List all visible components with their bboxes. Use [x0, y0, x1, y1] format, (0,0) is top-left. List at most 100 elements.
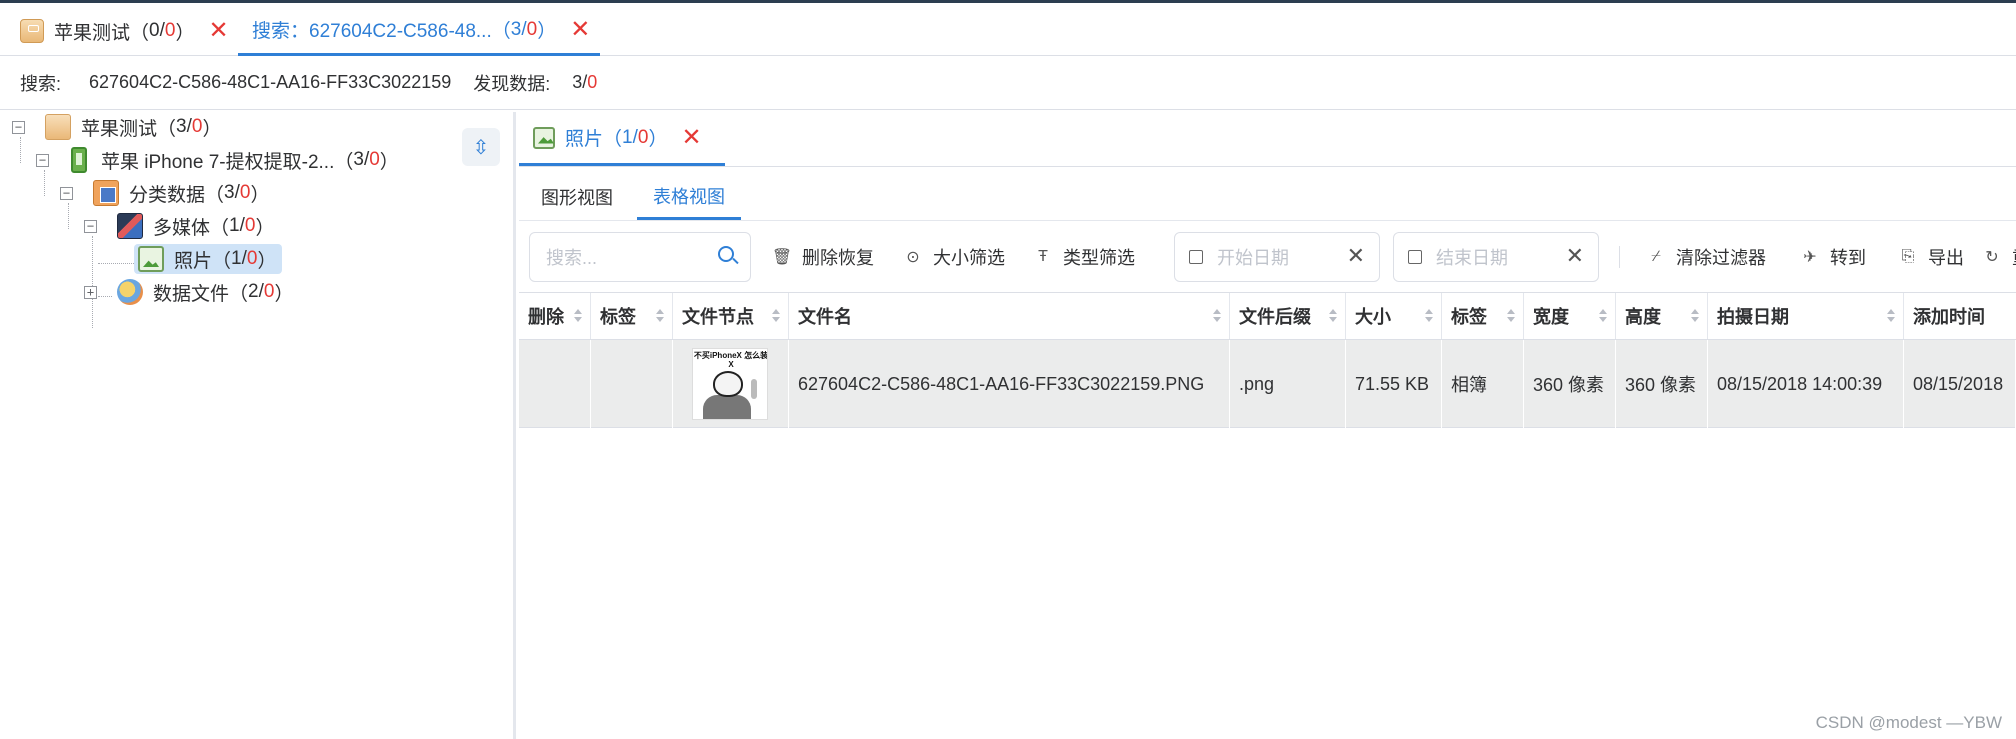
- column-header-added-time[interactable]: 添加时间: [1904, 293, 2016, 339]
- column-title: 文件名: [798, 307, 852, 327]
- tree-label: 照片（: [174, 250, 232, 272]
- refresh-button[interactable]: ↻ 重: [1982, 232, 2016, 282]
- size-filter-icon: ⊙: [906, 249, 920, 266]
- expand-icon[interactable]: +: [84, 285, 97, 299]
- type-filter-button[interactable]: Ŧ 类型筛选: [1033, 232, 1135, 282]
- search-summary-bar: 搜索: 627604C2-C586-48C1-AA16-FF33C3022159…: [0, 56, 2016, 110]
- tree-count: 2: [248, 281, 259, 302]
- table-row[interactable]: 不买iPhoneX 怎么装X 627604C2-C586-48C1-AA16-F…: [519, 340, 2016, 428]
- tree-node-data-files[interactable]: + 数据文件（ 2/0）: [84, 277, 293, 307]
- column-header-width[interactable]: 宽度: [1524, 293, 1616, 339]
- tree-paren: ）: [250, 184, 270, 206]
- start-date-field[interactable]: 开始日期 ✕: [1174, 232, 1380, 282]
- close-icon[interactable]: ✕: [208, 19, 228, 43]
- export-icon: ⎘: [1901, 248, 1915, 265]
- collapse-all-button[interactable]: ⇳: [462, 128, 500, 166]
- date-placeholder: 开始日期: [1217, 248, 1289, 268]
- thumbnail-caption: 不买iPhoneX 怎么装X: [693, 351, 768, 369]
- tree-count: 1: [231, 248, 242, 269]
- column-header-taken-date[interactable]: 拍摄日期: [1708, 293, 1904, 339]
- tree-label: 分类数据（: [129, 184, 225, 206]
- size-filter-button[interactable]: ⊙ 大小筛选: [903, 232, 1005, 282]
- collapse-icon[interactable]: −: [36, 153, 49, 167]
- found-label: 发现数据:: [473, 73, 551, 94]
- cell-added-time: 08/15/2018: [1904, 340, 2016, 428]
- photo-icon: [533, 126, 555, 149]
- search-label: 搜索:: [20, 73, 62, 94]
- column-header-height[interactable]: 高度: [1616, 293, 1708, 339]
- delete-recover-button[interactable]: 🗑 删除恢复: [772, 232, 874, 282]
- tab-count-red: 0: [164, 20, 176, 41]
- clear-filter-button[interactable]: ⌿ 清除过滤器: [1646, 232, 1766, 282]
- search-placeholder: 搜索...: [546, 248, 598, 268]
- tree-count-red: 0: [244, 215, 256, 236]
- column-header-tag[interactable]: 标签: [591, 293, 673, 339]
- tab-graph-view[interactable]: 图形视图: [541, 174, 613, 220]
- goto-icon: ✈: [1803, 249, 1817, 266]
- goto-button[interactable]: ✈ 转到: [1800, 232, 1866, 282]
- search-input[interactable]: 搜索...: [529, 232, 751, 282]
- column-header-label[interactable]: 标签: [1442, 293, 1524, 339]
- collapse-all-icon: ⇳: [472, 136, 490, 159]
- tab-paren: ）: [648, 129, 668, 150]
- cell-deleted: [519, 340, 591, 428]
- tree-node-photos[interactable]: 照片（ 1/0）: [134, 244, 283, 274]
- column-header-extension[interactable]: 文件后缀: [1230, 293, 1346, 339]
- column-title: 文件节点: [682, 307, 754, 327]
- tree-paren: ）: [255, 217, 275, 239]
- column-header-file-node[interactable]: 文件节点: [673, 293, 789, 339]
- package-icon: [45, 114, 71, 140]
- cell-size: 71.55 KB: [1346, 340, 1442, 428]
- collapse-icon[interactable]: −: [12, 120, 25, 134]
- tree-node-multimedia[interactable]: − 多媒体（ 1/0）: [84, 211, 274, 241]
- column-header-size[interactable]: 大小: [1346, 293, 1442, 339]
- tab-apple-test[interactable]: 苹果测试（ 0 / 0 ） ✕: [20, 6, 229, 56]
- tab-search-result[interactable]: 搜索：627604C2-C586-48...（ 3 / 0 ） ✕: [238, 6, 600, 56]
- export-button[interactable]: ⎘ 导出: [1898, 232, 1964, 282]
- document-tab-strip: 苹果测试（ 0 / 0 ） ✕ 搜索：627604C2-C586-48...（ …: [0, 0, 2016, 56]
- column-title: 大小: [1355, 307, 1391, 327]
- close-icon[interactable]: ✕: [570, 17, 590, 42]
- clear-icon[interactable]: ✕: [1566, 245, 1584, 267]
- tree-paren: ）: [257, 250, 277, 272]
- trash-icon: 🗑: [771, 249, 793, 266]
- cell-width: 360 像素: [1524, 340, 1616, 428]
- thumbnail-image[interactable]: 不买iPhoneX 怎么装X: [692, 348, 768, 420]
- button-label: 转到: [1830, 248, 1866, 268]
- clear-icon[interactable]: ✕: [1347, 245, 1365, 267]
- cell-extension: .png: [1230, 340, 1346, 428]
- found-count: 3: [572, 72, 583, 92]
- tree-label: 多媒体（: [153, 217, 230, 239]
- media-icon: [117, 213, 143, 239]
- tree-node-iphone[interactable]: − 苹果 iPhone 7-提权提取-2...（ 3/0）: [36, 145, 399, 175]
- calendar-icon: [1408, 250, 1422, 264]
- tree-label: 数据文件（: [153, 283, 249, 305]
- column-title: 标签: [600, 307, 636, 327]
- column-title: 添加时间: [1913, 307, 1985, 327]
- column-header-deleted[interactable]: 删除: [519, 293, 591, 339]
- tree-count-red: 0: [191, 116, 203, 137]
- search-icon[interactable]: [718, 246, 734, 262]
- column-title: 宽度: [1533, 307, 1569, 327]
- package-icon: [20, 19, 44, 43]
- tree-count-red: 0: [369, 149, 380, 170]
- tree-count: 1: [229, 215, 240, 236]
- tab-photos[interactable]: 照片（ 1 / 0 ） ✕: [519, 112, 725, 166]
- tree-count-red: 0: [246, 248, 258, 269]
- collapse-icon[interactable]: −: [60, 186, 73, 200]
- column-title: 文件后缀: [1239, 307, 1311, 327]
- tree-node-apple-test[interactable]: − 苹果测试（ 3/0）: [12, 112, 221, 142]
- end-date-field[interactable]: 结束日期 ✕: [1393, 232, 1599, 282]
- table-header: 删除 标签 文件节点 文件名 文件后缀 大小 标签 宽度 高度 拍摄日期 添加时…: [519, 292, 2016, 340]
- tab-table-view[interactable]: 表格视图: [637, 174, 741, 220]
- close-icon[interactable]: ✕: [681, 125, 701, 150]
- collapse-icon[interactable]: −: [84, 219, 97, 233]
- cell-label: 相簿: [1442, 340, 1524, 428]
- tree-count-red: 0: [263, 281, 275, 302]
- category-icon: [93, 180, 119, 206]
- tab-paren: ）: [537, 21, 557, 42]
- tab-label: 搜索：627604C2-C586-48...（: [252, 21, 511, 42]
- search-query: 627604C2-C586-48C1-AA16-FF33C3022159: [89, 72, 452, 92]
- tree-node-category-data[interactable]: − 分类数据（ 3/0）: [60, 178, 269, 208]
- column-header-filename[interactable]: 文件名: [789, 293, 1230, 339]
